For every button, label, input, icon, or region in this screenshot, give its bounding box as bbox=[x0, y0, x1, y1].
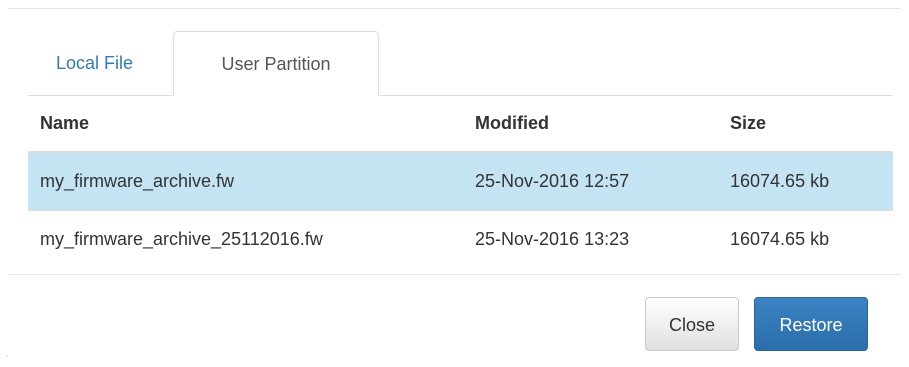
table-header-row: Name Modified Size bbox=[28, 96, 893, 153]
file-modified-cell: 25-Nov-2016 12:57 bbox=[463, 152, 718, 210]
tab-bar: Local File User Partition bbox=[28, 31, 893, 96]
footer-divider bbox=[8, 274, 901, 275]
table-row[interactable]: my_firmware_archive.fw 25-Nov-2016 12:57… bbox=[28, 152, 893, 210]
column-header-size[interactable]: Size bbox=[718, 96, 893, 153]
tab-user-partition[interactable]: User Partition bbox=[173, 31, 379, 96]
file-name-cell: my_firmware_archive.fw bbox=[28, 152, 463, 210]
restore-button[interactable]: Restore bbox=[754, 297, 868, 351]
file-name-cell: my_firmware_archive_25112016.fw bbox=[28, 209, 463, 268]
file-size-cell: 16074.65 kb bbox=[718, 152, 893, 210]
table-row[interactable]: my_firmware_archive_25112016.fw 25-Nov-2… bbox=[28, 209, 893, 268]
close-button[interactable]: Close bbox=[645, 297, 739, 351]
top-divider bbox=[8, 8, 901, 9]
corner-dot bbox=[7, 355, 8, 356]
tab-local-file[interactable]: Local File bbox=[32, 31, 157, 95]
file-modified-cell: 25-Nov-2016 13:23 bbox=[463, 209, 718, 268]
column-header-name[interactable]: Name bbox=[28, 96, 463, 153]
file-size-cell: 16074.65 kb bbox=[718, 209, 893, 268]
file-table: Name Modified Size my_firmware_archive.f… bbox=[28, 96, 893, 268]
column-header-modified[interactable]: Modified bbox=[463, 96, 718, 153]
